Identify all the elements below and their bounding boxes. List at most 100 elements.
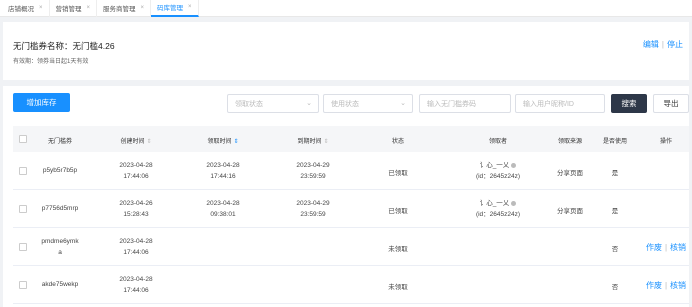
date: 2023-04-28 (206, 200, 240, 207)
search-button[interactable]: 搜索 (611, 94, 647, 113)
date: 2023-04-29 (296, 162, 330, 169)
tab-label: 店铺概况 (8, 6, 34, 13)
header-created[interactable]: 创建时间 ⇕ (101, 136, 171, 145)
user-search-input[interactable]: 输入用户昵称/ID (515, 94, 605, 113)
verify-link[interactable]: 核销 (670, 243, 686, 252)
header-used: 是否使用 (602, 139, 627, 145)
coupon-validity: 有效期：领券当日起1天有效 (13, 59, 89, 65)
coupon-info-panel: 无门槛券名称：无门槛4.26 有效期：领券当日起1天有效 编辑 | 停止 (3, 22, 689, 80)
claimer: 讠心_一乂 (id：2645z24z) (458, 198, 538, 220)
header-claimed[interactable]: 领取时间 ⇕ (188, 136, 258, 145)
code-list-panel: 增加库存 领取状态 ⌄ 使用状态 ⌄ 输入无门槛券码 输入用户昵称/ID 搜索 … (3, 86, 689, 307)
date: 2023-04-28 (119, 238, 153, 245)
tab-label: 服务商管理 (103, 6, 136, 13)
close-icon[interactable]: × (87, 5, 91, 11)
header-expire[interactable]: 到期时间 ⇕ (278, 136, 348, 145)
row-checkbox[interactable] (19, 205, 27, 213)
header-label: 领取时间 (207, 139, 232, 145)
row-checkbox[interactable] (19, 243, 27, 251)
code-line: pmdme6ymk (41, 238, 79, 245)
table-row: p5yb5r7b5p 2023-04-28 17:44:06 2023-04-28… (13, 152, 689, 190)
divider: | (661, 40, 664, 49)
date: 2023-04-28 (206, 162, 240, 169)
coupon-code: p7756d5mrp (41, 205, 79, 212)
user-name: 讠心_一乂 (479, 162, 510, 169)
row-checkbox[interactable] (19, 281, 27, 289)
table-header: 无门槛券 创建时间 ⇕ 领取时间 ⇕ 到期时间 ⇕ 状态 领取者 领取来源 是否使用 … (13, 126, 689, 152)
coupon-code: akde75wekp (41, 281, 79, 288)
coupon-actions: 编辑 | 停止 (643, 39, 683, 50)
tab-label: 码库管理 (157, 5, 184, 12)
select-placeholder: 领取状态 (235, 100, 263, 108)
void-link[interactable]: 作废 (646, 281, 662, 290)
table-row: pmdme6ymk a 2023-04-28 17:44:06 未领取 否 作废 | 核… (13, 228, 689, 266)
header-code: 无门槛券 (47, 139, 72, 145)
stop-link[interactable]: 停止 (667, 40, 683, 49)
close-icon[interactable]: × (39, 5, 43, 11)
chevron-down-icon: ⌄ (306, 100, 312, 107)
coupon-name: 无门槛券名称：无门槛4.26 (13, 41, 115, 51)
code-line: a (58, 249, 62, 256)
coupon-code-input[interactable]: 输入无门槛券码 (419, 94, 511, 113)
sort-icon: ⇕ (146, 139, 152, 145)
tab-code-library[interactable]: 码库管理 × (151, 0, 199, 17)
divider: | (664, 281, 668, 290)
status: 已领取 (388, 208, 408, 215)
status: 未领取 (388, 246, 408, 253)
info-icon (511, 200, 517, 206)
table-row: akde75wekp 2023-04-28 17:44:06 未领取 否 作废 | 核… (13, 266, 689, 304)
row-ops: 作废 | 核销 (638, 242, 692, 253)
add-stock-button[interactable]: 增加库存 (13, 93, 70, 112)
select-all-checkbox[interactable] (19, 135, 27, 143)
edit-link[interactable]: 编辑 (643, 40, 659, 49)
code-table: 无门槛券 创建时间 ⇕ 领取时间 ⇕ 到期时间 ⇕ 状态 领取者 领取来源 是否使用 … (13, 126, 689, 304)
used-flag: 否 (611, 246, 619, 253)
claimer: 讠心_一乂 (id：2645z24z) (458, 160, 538, 182)
info-icon (511, 162, 517, 168)
time: 23:59:59 (300, 173, 326, 180)
time: 23:59:59 (300, 211, 326, 218)
header-label: 创建时间 (120, 139, 145, 145)
claimed-time: 2023-04-28 09:38:01 (188, 198, 258, 220)
header-ops: 操作 (659, 139, 672, 145)
time: 17:44:06 (123, 249, 149, 256)
tab-bar: 店铺概况 × 营销管理 × 服务商管理 × 码库管理 × (0, 0, 692, 17)
select-placeholder: 使用状态 (331, 100, 359, 108)
claim-status-select[interactable]: 领取状态 ⌄ (227, 94, 319, 113)
tab-service-provider[interactable]: 服务商管理 × (97, 0, 152, 17)
status: 已领取 (388, 170, 408, 177)
tab-label: 营销管理 (55, 6, 82, 13)
verify-link[interactable]: 核销 (670, 281, 686, 290)
source: 分享页面 (557, 170, 583, 177)
tab-marketing[interactable]: 营销管理 × (50, 0, 98, 17)
row-checkbox[interactable] (19, 167, 27, 175)
date: 2023-04-26 (119, 200, 153, 207)
time: 17:44:06 (123, 287, 149, 294)
time: 15:28:43 (123, 211, 149, 218)
date: 2023-04-29 (296, 200, 330, 207)
sort-icon: ⇕ (233, 139, 239, 145)
close-icon[interactable]: × (188, 4, 192, 10)
expire-time: 2023-04-29 23:59:59 (278, 198, 348, 220)
date: 2023-04-28 (119, 276, 153, 283)
time: 17:44:06 (123, 173, 149, 180)
created-time: 2023-04-28 17:44:06 (101, 236, 171, 258)
created-time: 2023-04-28 17:44:06 (101, 160, 171, 182)
export-button[interactable]: 导出 (653, 94, 689, 113)
header-claimer: 领取者 (488, 139, 507, 145)
table-row: p7756d5mrp 2023-04-26 15:28:43 2023-04-28… (13, 190, 689, 228)
user-id: (id：2645z24z) (475, 173, 521, 180)
source: 分享页面 (557, 208, 583, 215)
void-link[interactable]: 作废 (646, 243, 662, 252)
header-source: 领取来源 (557, 139, 582, 145)
used-flag: 是 (611, 208, 619, 215)
close-icon[interactable]: × (141, 5, 145, 11)
chevron-down-icon: ⌄ (400, 100, 406, 107)
date: 2023-04-28 (119, 162, 153, 169)
created-time: 2023-04-28 17:44:06 (101, 274, 171, 296)
header-status: 状态 (391, 139, 404, 145)
user-id: (id：2645z24z) (475, 211, 521, 218)
use-status-select[interactable]: 使用状态 ⌄ (323, 94, 413, 113)
tab-store-overview[interactable]: 店铺概况 × (2, 0, 50, 17)
header-label: 到期时间 (297, 139, 322, 145)
